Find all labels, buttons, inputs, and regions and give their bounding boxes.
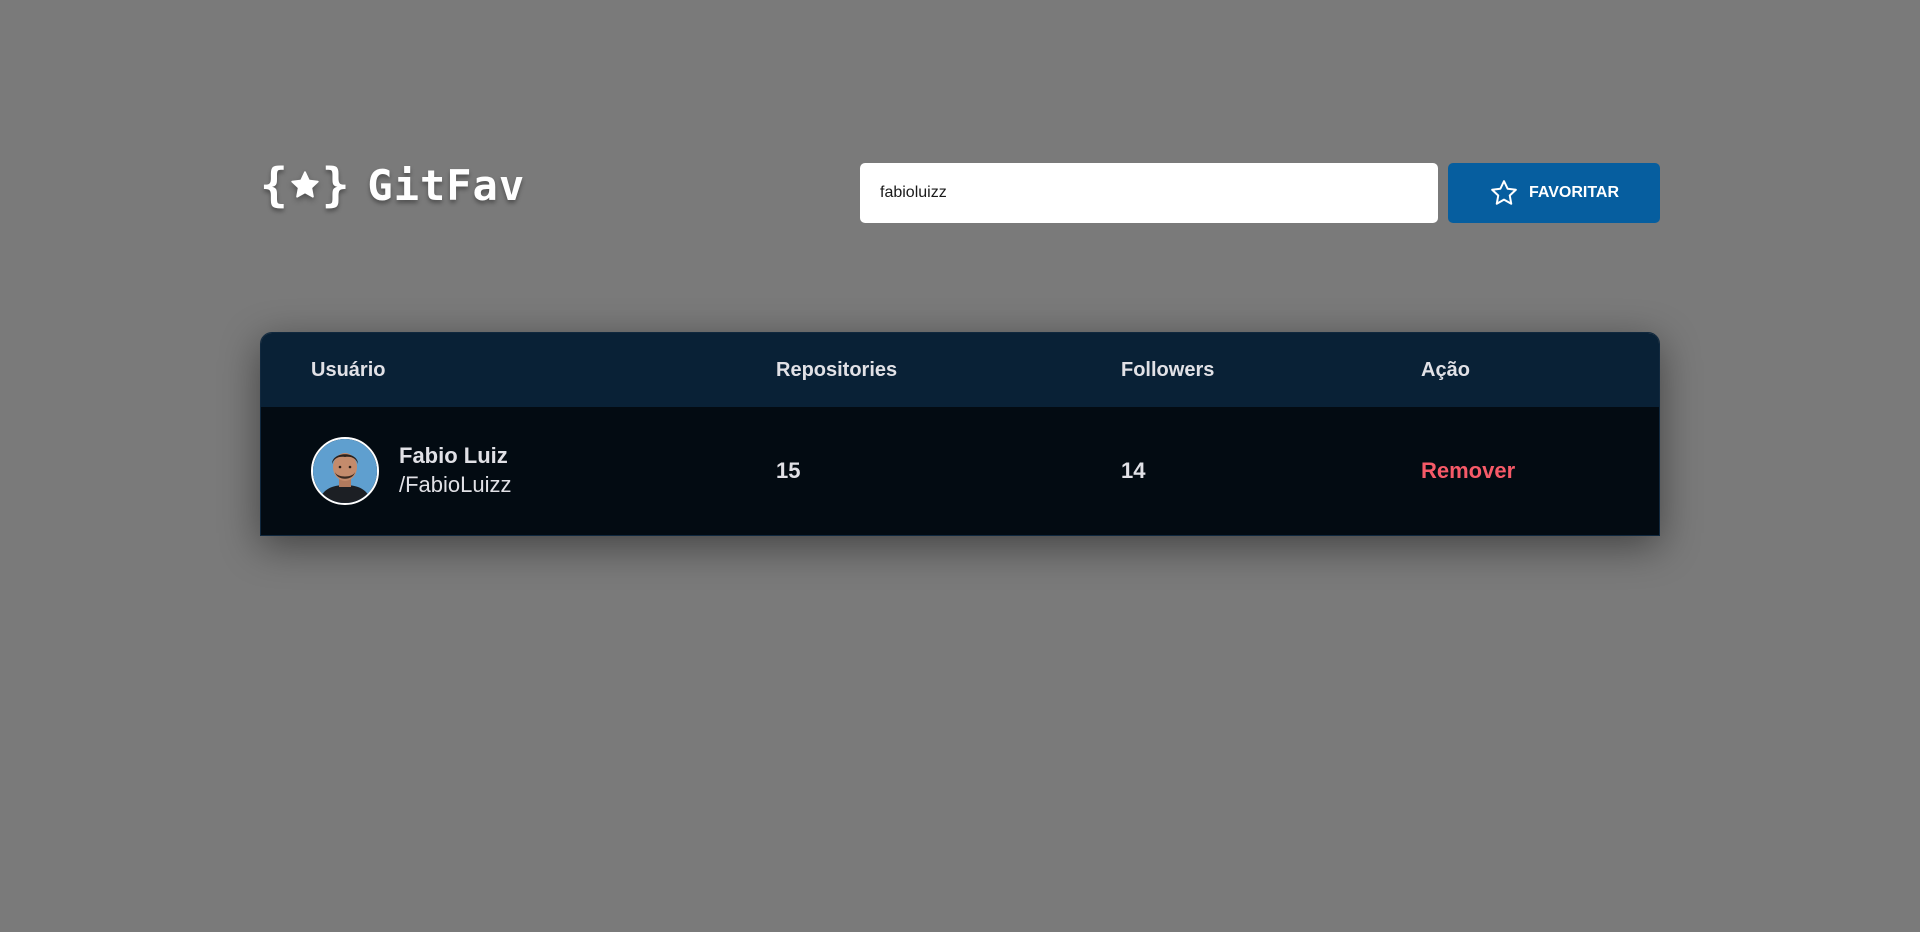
favorite-button[interactable]: FAVORITAR: [1448, 163, 1660, 223]
repositories-count: 15: [776, 458, 801, 483]
table-row: Fabio Luiz /FabioLuizz 15 14 Remover: [261, 407, 1659, 535]
favorites-table: Usuário Repositories Followers Ação Fabi…: [260, 332, 1660, 536]
user-login[interactable]: /FabioLuizz: [399, 470, 512, 500]
star-filled-icon: [290, 170, 320, 200]
user-cell: Fabio Luiz /FabioLuizz: [261, 407, 776, 535]
column-header-repositories: Repositories: [776, 358, 898, 381]
table-header-row: Usuário Repositories Followers Ação: [261, 333, 1659, 407]
logo-brace-close: }: [321, 158, 350, 212]
column-header-user: Usuário: [311, 358, 386, 381]
followers-count: 14: [1121, 458, 1146, 483]
user-name: Fabio Luiz: [399, 443, 508, 468]
logo-text: GitFav: [367, 160, 526, 210]
header: { } GitFav FAVORITAR: [260, 160, 1660, 224]
app: { } GitFav FAVORITAR Usuário: [0, 0, 1920, 932]
action-cell: Remover: [1421, 407, 1659, 535]
logo: { } GitFav: [260, 160, 525, 210]
search-input[interactable]: [860, 163, 1438, 223]
favorite-button-label: FAVORITAR: [1528, 184, 1620, 201]
avatar[interactable]: [311, 437, 379, 505]
remove-button[interactable]: Remover: [1421, 458, 1515, 484]
column-header-followers: Followers: [1121, 358, 1215, 381]
column-header-action: Ação: [1421, 358, 1470, 381]
logo-brace-open: {: [260, 158, 288, 212]
star-outline-icon: [1489, 178, 1519, 208]
